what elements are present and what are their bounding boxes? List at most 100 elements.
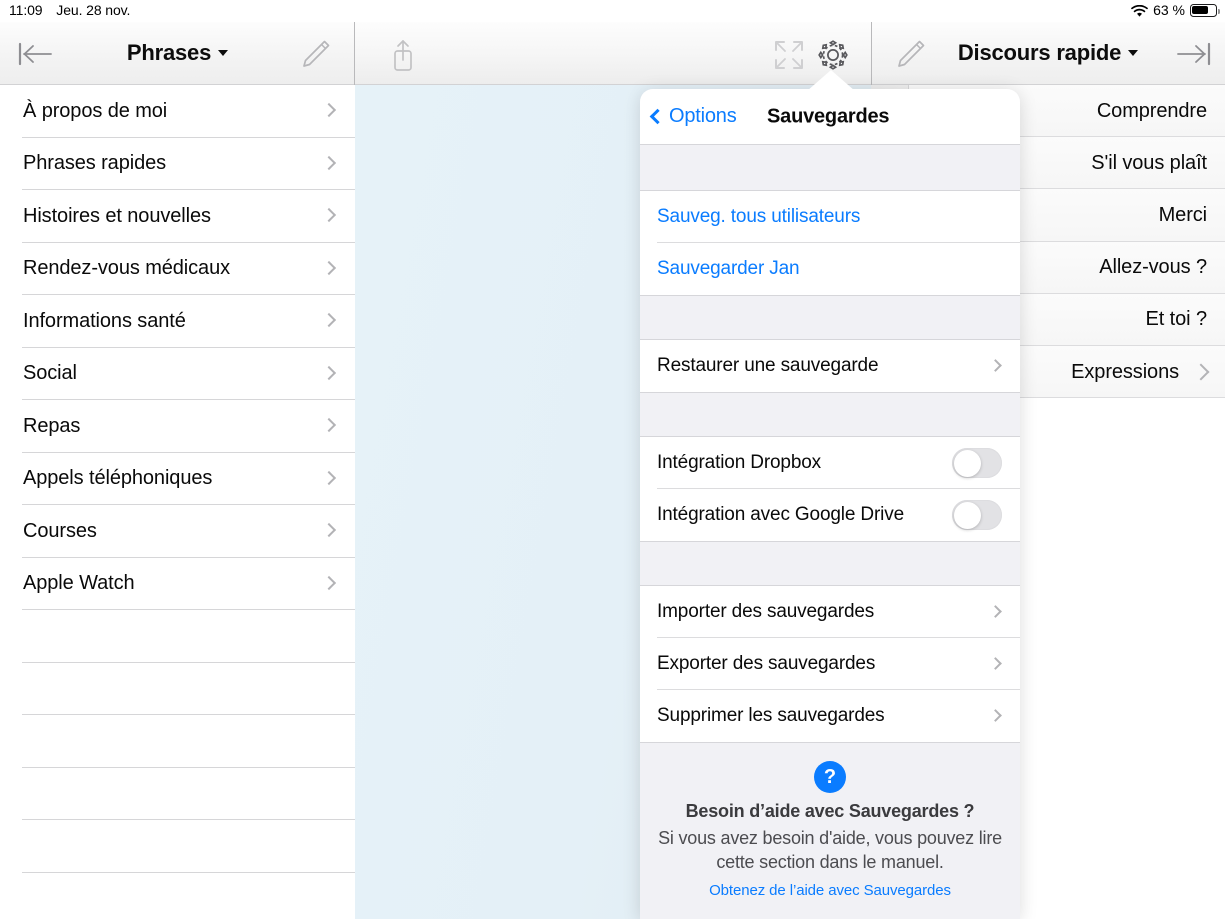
- list-item[interactable]: Apple Watch: [0, 557, 355, 610]
- import-backups-label: Importer des sauvegardes: [657, 601, 875, 622]
- group-integrations: Intégration Dropbox Intégration avec Goo…: [640, 437, 1020, 541]
- chevron-right-icon: [1192, 363, 1210, 381]
- list-item[interactable]: Sauveg. tous utilisateurs: [640, 191, 1020, 243]
- list-item[interactable]: Intégration avec Google Drive: [640, 489, 1020, 541]
- popover-spacer-2: [640, 295, 1020, 340]
- right-navbar-divider: [871, 22, 872, 85]
- chevron-right-icon: [321, 522, 337, 540]
- help-link[interactable]: Obtenez de l’aide avec Sauvegardes: [658, 882, 1002, 899]
- chevron-right-icon: [321, 260, 337, 278]
- list-item[interactable]: Supprimer les sauvegardes: [640, 690, 1020, 742]
- backups-popover: Options Sauvegardes Sauveg. tous utilisa…: [640, 89, 1020, 919]
- popover-arrow: [807, 70, 855, 91]
- dropbox-integration-toggle[interactable]: [952, 448, 1002, 478]
- list-item-label: Apple Watch: [23, 572, 135, 595]
- list-item-label: S'il vous plaît: [1091, 151, 1207, 174]
- group-restore: Restaurer une sauvegarde: [640, 340, 1020, 392]
- chevron-right-icon: [321, 155, 337, 173]
- clock: 11:09: [9, 2, 43, 18]
- list-item[interactable]: Importer des sauvegardes: [640, 586, 1020, 638]
- list-item-label: Comprendre: [1096, 99, 1207, 122]
- phrase-category-list: À propos de moi Phrases rapides Histoires …: [0, 85, 355, 919]
- backup-jan-label: Sauvegarder Jan: [657, 258, 800, 279]
- chevron-right-icon: [989, 707, 1002, 725]
- google-drive-integration-toggle[interactable]: [952, 500, 1002, 530]
- popover-spacer-4: [640, 541, 1020, 586]
- list-item-empty: [0, 610, 355, 663]
- backup-all-users-label: Sauveg. tous utilisateurs: [657, 206, 861, 227]
- chevron-right-icon: [321, 102, 337, 120]
- chevron-right-icon: [321, 312, 337, 330]
- chevron-right-icon: [321, 365, 337, 383]
- left-panel: Phrases À propos de moi Phrases rapides Hi…: [0, 22, 355, 919]
- share-icon[interactable]: [383, 36, 423, 74]
- chevron-down-icon: [1128, 50, 1139, 56]
- battery-icon: [1190, 3, 1220, 17]
- wifi-icon: [1131, 4, 1148, 18]
- list-item[interactable]: Intégration Dropbox: [640, 437, 1020, 489]
- list-item-label: Appels téléphoniques: [23, 467, 213, 490]
- list-item-label: Courses: [23, 519, 97, 542]
- chevron-right-icon: [989, 603, 1002, 621]
- list-item[interactable]: Exporter des sauvegardes: [640, 638, 1020, 690]
- gear-icon[interactable]: [815, 37, 851, 73]
- toggle-knob: [953, 449, 981, 477]
- list-item[interactable]: Appels téléphoniques: [0, 452, 355, 505]
- list-item[interactable]: Repas: [0, 400, 355, 453]
- right-panel-title-label: Discours rapide: [957, 40, 1122, 65]
- popover-spacer-3: [640, 392, 1020, 437]
- list-item-empty: [0, 662, 355, 715]
- export-backups-label: Exporter des sauvegardes: [657, 653, 876, 674]
- chevron-right-icon: [321, 417, 337, 435]
- dropbox-integration-label: Intégration Dropbox: [657, 452, 822, 473]
- popover-back-button[interactable]: Options: [649, 105, 737, 128]
- question-mark-icon: ?: [814, 761, 846, 793]
- list-item-label: Social: [23, 362, 77, 385]
- list-item[interactable]: Informations santé: [0, 295, 355, 348]
- status-bar: 11:09 Jeu. 28 nov. 63 %: [0, 0, 1225, 22]
- chevron-right-icon: [321, 575, 337, 593]
- list-item[interactable]: Social: [0, 347, 355, 400]
- list-item-label: Rendez-vous médicaux: [23, 257, 230, 280]
- help-section: ? Besoin d’aide avec Sauvegardes ? Si vo…: [640, 742, 1020, 911]
- list-item[interactable]: À propos de moi: [0, 85, 355, 138]
- group-manage: Importer des sauvegardes Exporter des sa…: [640, 586, 1020, 742]
- list-item[interactable]: Histoires et nouvelles: [0, 190, 355, 243]
- chevron-right-icon: [321, 470, 337, 488]
- toggle-knob: [953, 501, 981, 529]
- chevron-right-icon: [321, 207, 337, 225]
- list-item-empty: [0, 820, 355, 873]
- group-backup: Sauveg. tous utilisateurs Sauvegarder Ja…: [640, 191, 1020, 295]
- list-item[interactable]: Phrases rapides: [0, 137, 355, 190]
- list-item-label: Et toi ?: [1145, 308, 1208, 331]
- status-bar-right: 63 %: [1131, 2, 1220, 18]
- popover-header: Options Sauvegardes: [640, 89, 1020, 145]
- list-item-label: Histoires et nouvelles: [23, 204, 211, 227]
- list-item[interactable]: Restaurer une sauvegarde: [640, 340, 1020, 392]
- list-item[interactable]: Sauvegarder Jan: [640, 243, 1020, 295]
- center-toolbar: [355, 22, 871, 85]
- google-drive-integration-label: Intégration avec Google Drive: [657, 504, 905, 525]
- popover-title: Sauvegardes: [767, 105, 890, 127]
- list-item-label: Expressions: [1071, 360, 1179, 383]
- help-title: Besoin d’aide avec Sauvegardes ?: [685, 801, 975, 821]
- delete-backups-label: Supprimer les sauvegardes: [657, 705, 885, 726]
- popover-spacer-1: [640, 145, 1020, 191]
- list-item-empty: [0, 872, 355, 919]
- list-item-label: Repas: [23, 414, 81, 437]
- left-navbar: Phrases: [0, 22, 355, 85]
- list-item[interactable]: Courses: [0, 505, 355, 558]
- expand-fullscreen-icon[interactable]: [772, 39, 806, 71]
- date-label: Jeu. 28 nov.: [56, 2, 131, 18]
- list-item-label: Merci: [1158, 203, 1207, 226]
- status-bar-left: 11:09 Jeu. 28 nov.: [9, 2, 130, 18]
- popover-back-label: Options: [669, 105, 737, 127]
- chevron-left-icon: [649, 108, 666, 125]
- forward-arrow-icon[interactable]: [1169, 39, 1213, 69]
- list-item[interactable]: Rendez-vous médicaux: [0, 242, 355, 295]
- chevron-down-icon: [218, 50, 229, 56]
- right-navbar: Discours rapide: [871, 22, 1225, 85]
- chevron-right-icon: [989, 655, 1002, 673]
- restore-backup-label: Restaurer une sauvegarde: [657, 355, 879, 376]
- pencil-icon-left[interactable]: [299, 38, 333, 70]
